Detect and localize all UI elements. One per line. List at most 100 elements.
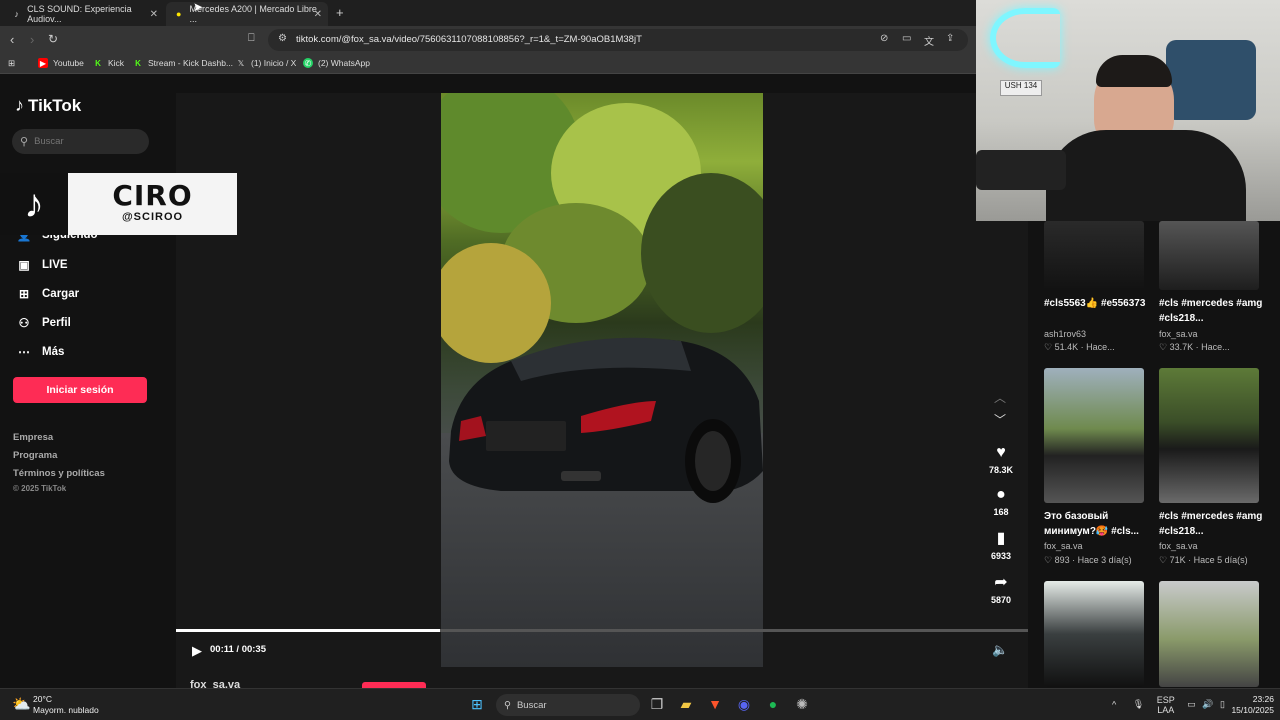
chevron-up-icon[interactable]: ^	[1112, 699, 1116, 709]
login-button[interactable]: Iniciar sesión	[13, 377, 147, 403]
weather-icon[interactable]: ⛅	[12, 695, 31, 713]
microphone-arm	[976, 150, 1066, 190]
tab-title: Mercedes A200 | Mercado Libre ...	[189, 4, 317, 24]
nav-upload[interactable]: ⊞ Cargar	[16, 287, 79, 301]
bookmark-icon[interactable]: ⎕	[248, 32, 255, 45]
related-caption[interactable]: Это базовый минимум?🥵 #cls...	[1044, 509, 1154, 539]
brave-browser-icon[interactable]: ▼	[706, 695, 724, 713]
app-icon[interactable]: ✺	[793, 695, 811, 713]
related-caption[interactable]: #cls #mercedes #amg #cls218...	[1159, 296, 1269, 326]
share-count: 5870	[990, 595, 1012, 605]
video-thumbnail[interactable]	[1159, 581, 1259, 687]
apps-icon[interactable]: ⊞	[8, 58, 15, 69]
share-button[interactable]: ➦ 5870	[986, 573, 1016, 605]
spotify-icon[interactable]: ●	[764, 695, 782, 713]
kick-icon: K	[135, 58, 141, 68]
video-thumbnail[interactable]	[1044, 368, 1144, 503]
discord-icon[interactable]: ◉	[735, 695, 753, 713]
windows-start-icon[interactable]: ⊞	[468, 695, 486, 713]
microphone-icon[interactable]: 🎙	[1133, 699, 1144, 709]
nav-live[interactable]: ▣ LIVE	[16, 258, 67, 272]
browser-tab[interactable]: ♪ CLS SOUND: Experiencia Audiov... ✕	[4, 2, 164, 26]
network-icon[interactable]: ▭	[1187, 699, 1196, 709]
related-author[interactable]: fox_sa.va	[1044, 541, 1083, 551]
streamer-name: CIRO	[112, 179, 193, 212]
new-tab-button[interactable]: +	[336, 5, 344, 20]
bookmark-kick[interactable]: K Kick	[93, 58, 124, 68]
weather-widget[interactable]: 20°C Mayorm. nublado	[33, 694, 99, 716]
volume-icon[interactable]: 🔊	[1202, 699, 1213, 709]
chevron-up-icon[interactable]: ︿	[994, 389, 1006, 406]
taskbar-search[interactable]: ⚲ Buscar	[496, 694, 640, 716]
bookmark-x[interactable]: 𝕏 (1) Inicio / X	[236, 58, 297, 68]
search-icon: ⚲	[504, 699, 511, 711]
back-icon[interactable]: ‹	[10, 32, 14, 47]
close-icon[interactable]: ✕	[314, 9, 322, 20]
video-thumbnail[interactable]	[1044, 581, 1144, 687]
no-tracking-icon[interactable]: ⊘	[880, 33, 888, 44]
close-icon[interactable]: ✕	[150, 9, 158, 20]
x-icon: 𝕏	[237, 58, 245, 68]
tab-title: CLS SOUND: Experiencia Audiov...	[27, 4, 132, 24]
bookmark-whatsapp[interactable]: ✆ (2) WhatsApp	[303, 58, 370, 68]
browser-tab-active[interactable]: ● Mercedes A200 | Mercado Libre ... ✕	[166, 2, 328, 26]
progress-bar[interactable]	[176, 629, 1028, 632]
address-bar[interactable]: ⚙ tiktok.com/@fox_sa.va/video/7560631107…	[268, 29, 968, 51]
related-stats: ♡ 33.7K · Hace...	[1159, 342, 1230, 352]
tiktok-logo-icon: ♪	[0, 173, 68, 235]
footer-terms[interactable]: Términos y políticas	[13, 468, 105, 479]
share-icon: ➦	[994, 574, 1008, 591]
search-icon: ⚲	[20, 136, 29, 148]
site-info-icon[interactable]: ⚙	[278, 33, 287, 44]
clock[interactable]: 23:26 15/10/2025	[1222, 694, 1274, 716]
save-button[interactable]: ▮ 6933	[986, 529, 1016, 561]
related-author[interactable]: ash1rov63	[1044, 329, 1086, 339]
volume-icon[interactable]: 🔈	[992, 642, 1008, 658]
bookmark-icon: ▮	[996, 530, 1006, 547]
related-author[interactable]: fox_sa.va	[1159, 541, 1198, 551]
search-input[interactable]	[34, 136, 135, 147]
bookmark-youtube[interactable]: ▶ Youtube	[38, 58, 84, 68]
language-indicator[interactable]: ESP LAA	[1157, 695, 1175, 715]
profile-icon: ⚇	[18, 316, 30, 330]
video-player[interactable]: ︿ ﹀ ♥ 78.3K ● 168 ▮ 6933 ➦ 5870 ▶ 00:11 …	[176, 93, 1028, 689]
related-caption[interactable]: #cls #mercedes #amg #cls218...	[1159, 509, 1269, 539]
tiktok-logo[interactable]: ♪ TikTok	[15, 95, 81, 116]
license-plate: USH 134	[1000, 80, 1042, 96]
footer-program[interactable]: Programa	[13, 450, 57, 461]
like-count: 78.3K	[988, 465, 1014, 475]
forward-icon[interactable]: ›	[30, 32, 34, 47]
nav-profile[interactable]: ⚇ Perfil	[16, 316, 71, 330]
play-icon[interactable]: ▶	[192, 643, 202, 659]
comment-button[interactable]: ● 168	[986, 485, 1016, 517]
video-thumbnail[interactable]	[1159, 368, 1259, 503]
related-author[interactable]: fox_sa.va	[1159, 329, 1198, 339]
like-button[interactable]: ♥ 78.3K	[986, 443, 1016, 475]
chevron-down-icon[interactable]: ﹀	[994, 411, 1006, 428]
translate-icon[interactable]: 文	[924, 33, 934, 48]
search-box[interactable]: ⚲	[12, 129, 149, 154]
mercadolibre-favicon-icon: ●	[176, 9, 182, 19]
nav-more[interactable]: ⋯ Más	[16, 345, 64, 359]
share-icon[interactable]: ⇪	[946, 33, 954, 44]
playback-time: 00:11 / 00:35	[210, 644, 266, 655]
weather-desc: Mayorm. nublado	[33, 705, 99, 715]
related-caption[interactable]: #cls5563👍 #e556373	[1044, 296, 1154, 311]
streamer-overlay: ♪ CIRO @SCIROO	[0, 173, 237, 235]
task-view-icon[interactable]: ❐	[648, 695, 666, 713]
youtube-icon: ▶	[38, 58, 48, 68]
screen-icon[interactable]: ▭	[902, 33, 911, 44]
system-tray[interactable]: ^ 🎙 ESP LAA ▭ 🔊 ▯	[1112, 695, 1225, 715]
live-icon: ▣	[18, 258, 30, 272]
chair	[1166, 40, 1256, 120]
black-car-image	[449, 337, 763, 503]
video-thumbnail[interactable]	[1159, 221, 1259, 290]
video-frame[interactable]	[441, 93, 763, 667]
url-text[interactable]: tiktok.com/@fox_sa.va/video/756063110708…	[296, 34, 642, 45]
bookmark-kick-dashboard[interactable]: K Stream - Kick Dashb...	[133, 58, 233, 68]
footer-company[interactable]: Empresa	[13, 432, 53, 443]
time: 23:26	[1252, 694, 1274, 704]
reload-icon[interactable]: ↻	[48, 32, 58, 46]
video-thumbnail[interactable]	[1044, 221, 1144, 290]
file-explorer-icon[interactable]: ▰	[677, 695, 695, 713]
